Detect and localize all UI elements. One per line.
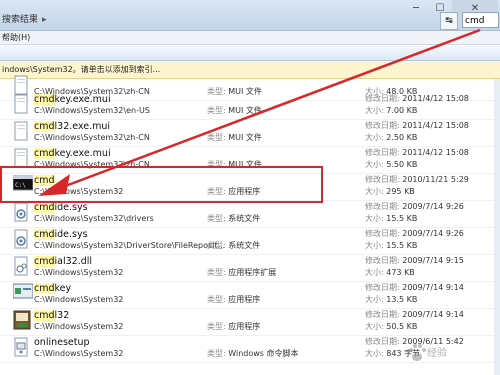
- file-size: 大小: 2.50 KB: [365, 133, 418, 142]
- sys-file-icon: [13, 202, 29, 222]
- file-name[interactable]: cmdial32.dll: [34, 256, 92, 267]
- file-type: 类型: 应用程序: [207, 322, 261, 331]
- file-path: C:\Windows\System32: [34, 295, 124, 304]
- file-path: C:\Windows\System32: [34, 322, 124, 331]
- file-type: 类型: 应用程序: [207, 295, 261, 304]
- file-size: 大小: 7.00 KB: [365, 106, 418, 115]
- file-name[interactable]: cmdl32.exe.mui: [34, 121, 110, 132]
- result-row[interactable]: cmdl32.exe.mui C:\Windows\System32\zh-CN 类…: [0, 119, 500, 147]
- file-size: 大小: 5.50 KB: [365, 160, 418, 169]
- result-row[interactable]: cmdkey C:\Windows\System32 类型: 应用程序 修改日期: 2…: [0, 281, 500, 309]
- window-titlebar: ─ ☐ ✕ 搜索结果 ▸ ↹ cmd: [0, 0, 500, 31]
- file-size: 大小: 15.5 KB: [365, 241, 418, 250]
- file-modified: 修改日期: 2011/4/12 15:08: [365, 94, 469, 103]
- vertical-scrollbar[interactable]: [494, 79, 500, 375]
- file-size: 大小: 473 KB: [365, 268, 415, 277]
- file-name[interactable]: cmdkey.exe.mui: [34, 148, 111, 159]
- result-row[interactable]: cmdide.sys C:\Windows\System32\DriverStor…: [0, 227, 500, 255]
- file-modified: 修改日期: 2011/4/12 15:08: [365, 121, 469, 130]
- file-type: 类型: MUI 文件: [207, 106, 262, 115]
- file-name[interactable]: cmdkey: [34, 283, 71, 294]
- mui-file-icon: [13, 148, 29, 168]
- mui-file-icon: [13, 94, 29, 114]
- dll-file-icon: [13, 256, 29, 276]
- file-modified: 修改日期: 2009/7/14 9:26: [365, 229, 464, 238]
- file-type: 类型: 应用程序扩展: [207, 268, 277, 277]
- watermark-text: 经验: [427, 348, 447, 359]
- breadcrumb[interactable]: 搜索结果 ▸: [0, 12, 47, 28]
- refresh-button[interactable]: ↹: [440, 12, 458, 30]
- search-input[interactable]: cmd: [462, 12, 499, 28]
- file-modified: 修改日期: 2009/7/14 9:15: [365, 256, 464, 265]
- file-modified: 修改日期: 2009/7/14 9:14: [365, 310, 464, 319]
- file-modified: 修改日期: 2010/11/21 5:29: [365, 175, 469, 184]
- cmdl32-app-icon: [13, 310, 31, 330]
- file-name[interactable]: onlinesetup: [34, 337, 90, 348]
- breadcrumb-label[interactable]: 搜索结果: [2, 15, 38, 25]
- file-size: 大小: 50.5 KB: [365, 322, 418, 331]
- script-file-icon: [13, 337, 29, 357]
- result-row[interactable]: cmdl32 C:\Windows\System32 类型: 应用程序 修改日期: 2…: [0, 308, 500, 336]
- menu-help[interactable]: 帮助(H): [2, 33, 30, 42]
- file-modified: 修改日期: 2009/7/14 9:26: [365, 202, 464, 211]
- file-path: C:\Windows\System32\drivers: [34, 214, 154, 223]
- menu-bar: 帮助(H): [0, 31, 500, 45]
- watermark: 经验: [407, 340, 499, 374]
- cmdkey-app-icon: [12, 283, 34, 303]
- file-name[interactable]: cmdide.sys: [34, 202, 88, 213]
- file-path: C:\Windows\System32\zh-CN: [34, 133, 150, 142]
- file-modified: 修改日期: 2011/4/12 15:08: [365, 148, 469, 157]
- paw-logo-icon: [409, 344, 426, 361]
- file-size: 大小: 295 KB: [365, 187, 415, 196]
- minimize-button[interactable]: ─: [404, 0, 428, 18]
- file-name[interactable]: cmdkey.exe.mui: [34, 94, 111, 105]
- command-toolbar: [0, 46, 500, 61]
- file-path: C:\Windows\System32: [34, 268, 124, 277]
- mui-file-icon: [13, 121, 29, 141]
- result-row[interactable]: cmdial32.dll C:\Windows\System32 类型: 应用程序扩…: [0, 254, 500, 282]
- breadcrumb-separator: ▸: [42, 15, 47, 25]
- file-type: 类型: 系统文件: [207, 214, 261, 223]
- file-name[interactable]: cmdl32: [34, 310, 69, 321]
- file-path: C:\Windows\System32: [34, 349, 124, 358]
- file-size: 大小: 15.5 KB: [365, 214, 418, 223]
- file-name[interactable]: cmdide.sys: [34, 229, 88, 240]
- result-row[interactable]: cmdkey.exe.mui C:\Windows\System32\en-US 类…: [0, 92, 500, 120]
- search-results-list: C:\Windows\System32\zh-CN 类型: MUI 文件大小: 4…: [0, 75, 500, 375]
- file-modified: 修改日期: 2009/7/14 9:14: [365, 283, 464, 292]
- sys-file-icon: [13, 229, 29, 249]
- highlight-box: [0, 166, 323, 203]
- result-row[interactable]: cmdide.sys C:\Windows\System32\drivers 类型:…: [0, 200, 500, 228]
- file-type: 类型: Windows 命令脚本: [207, 349, 299, 358]
- file-type: 类型: 系统文件: [207, 241, 261, 250]
- file-size: 大小: 13.5 KB: [365, 295, 418, 304]
- file-type: 类型: MUI 文件: [207, 133, 262, 142]
- file-path: C:\Windows\System32\DriverStore\FileRepo…: [34, 241, 226, 250]
- file-path: C:\Windows\System32\en-US: [34, 106, 150, 115]
